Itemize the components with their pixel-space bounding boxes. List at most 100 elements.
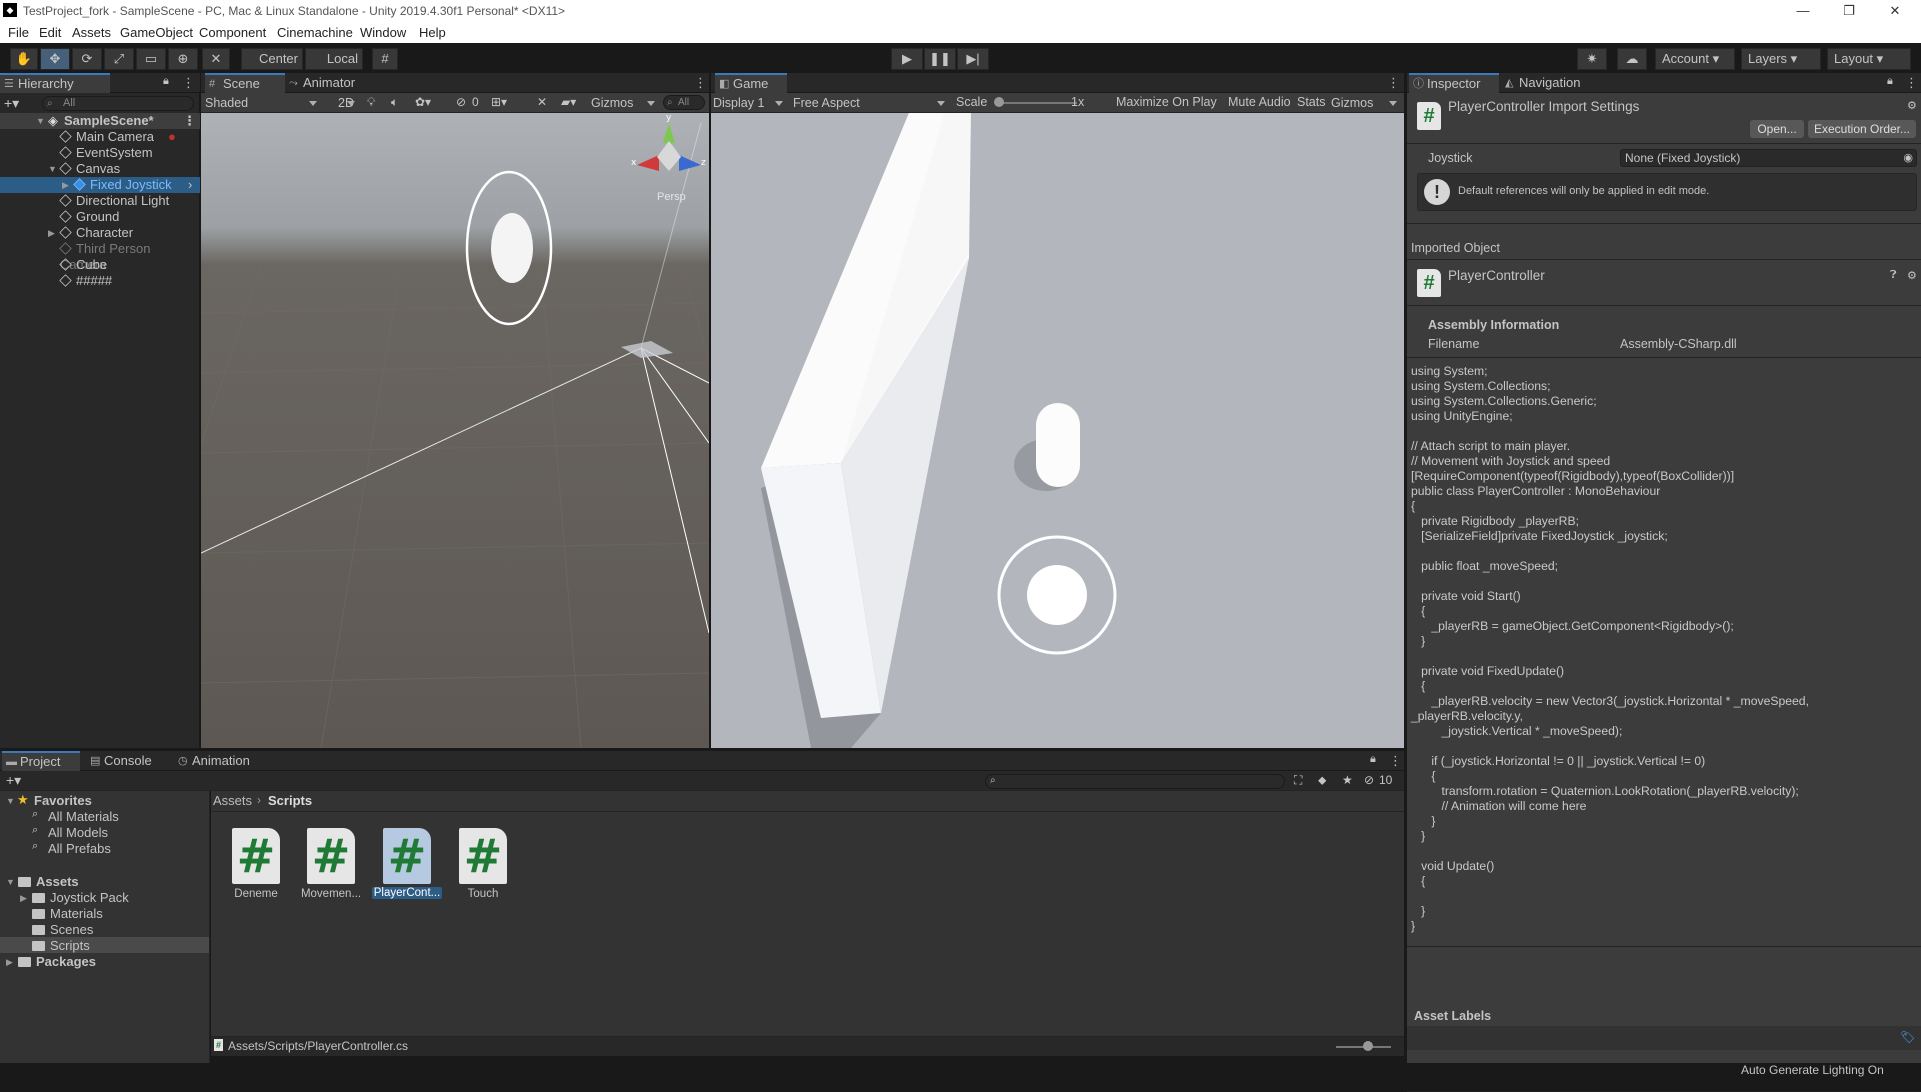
display-dropdown[interactable]: Display 1: [713, 94, 787, 112]
expand-arrow-icon[interactable]: ▼: [6, 877, 15, 887]
chevron-right-icon[interactable]: ›: [188, 177, 192, 193]
expand-arrow-icon[interactable]: ▼: [6, 796, 15, 806]
collapse-arrow-icon[interactable]: ▶: [20, 893, 27, 904]
collapse-arrow-icon[interactable]: ▶: [62, 177, 69, 193]
menu-file[interactable]: File: [8, 25, 29, 40]
more-icon[interactable]: ⋮: [1387, 75, 1400, 91]
assets-folder-label[interactable]: Assets: [36, 874, 79, 889]
stats-toggle[interactable]: Stats: [1297, 95, 1326, 109]
close-icon[interactable]: ✕: [1872, 0, 1918, 22]
maximize-on-play-toggle[interactable]: Maximize On Play: [1116, 95, 1217, 109]
hierarchy-item[interactable]: Cube: [0, 257, 200, 273]
menu-edit[interactable]: Edit: [39, 25, 61, 40]
scene-search-input[interactable]: ⌕ All: [663, 95, 705, 110]
collapse-arrow-icon[interactable]: ▶: [48, 225, 55, 241]
tab-inspector[interactable]: ⓘ Inspector: [1409, 73, 1499, 93]
tab-animation[interactable]: ◷ Animation: [174, 751, 274, 771]
aspect-dropdown[interactable]: Free Aspect: [793, 94, 949, 112]
asset-label-deneme[interactable]: Deneme: [221, 888, 291, 900]
grid-snap-icon[interactable]: #: [372, 48, 398, 70]
execution-order-button[interactable]: Execution Order...: [1808, 120, 1916, 138]
script-asset-icon[interactable]: #: [307, 828, 355, 884]
account-dropdown[interactable]: Account ▾: [1655, 48, 1735, 70]
tab-console[interactable]: ▤ Console: [86, 751, 166, 771]
effects-icon[interactable]: ✿▾: [415, 95, 431, 109]
rotate-tool-icon[interactable]: ⟳: [72, 48, 102, 70]
hand-tool-icon[interactable]: ✋: [10, 48, 38, 70]
step-button[interactable]: ▶|: [957, 48, 989, 70]
scene-root[interactable]: ▼ ◈ SampleScene* ⋮: [0, 113, 200, 129]
lock-icon[interactable]: 🔒︎: [1887, 75, 1893, 88]
hidden-objects-icon[interactable]: ⊘: [456, 95, 466, 109]
lighting-icon[interactable]: 💡︎: [367, 95, 375, 110]
breadcrumb-assets[interactable]: Assets: [213, 793, 252, 808]
menu-gameobject[interactable]: GameObject: [120, 25, 193, 40]
lighting-status[interactable]: Auto Generate Lighting On: [1741, 1063, 1884, 1077]
folder-joystick-pack[interactable]: Joystick Pack: [50, 890, 129, 905]
help-icon[interactable]: ❓︎: [1890, 269, 1897, 282]
restore-icon[interactable]: ❐: [1826, 0, 1872, 22]
hierarchy-item[interactable]: #####: [0, 273, 200, 289]
search-by-label-icon[interactable]: ⬥: [1318, 773, 1326, 788]
create-icon[interactable]: +▾: [4, 95, 19, 112]
game-viewport[interactable]: [711, 113, 1404, 748]
collab-icon[interactable]: ✷: [1577, 48, 1607, 70]
scene-more-icon[interactable]: ⋮: [183, 113, 196, 129]
settings-icon[interactable]: ⚙: [1907, 99, 1917, 112]
tab-animator[interactable]: ⤳ Animator: [285, 73, 385, 93]
toggle-2d-button[interactable]: 2D: [333, 94, 359, 112]
tab-project[interactable]: ▬ Project: [2, 751, 80, 771]
label-tag-icon[interactable]: 🏷︎: [1900, 1030, 1915, 1044]
folder-scenes[interactable]: Scenes: [50, 922, 93, 937]
create-icon[interactable]: +▾: [6, 772, 21, 789]
joystick-object-field[interactable]: None (Fixed Joystick) ◉: [1620, 149, 1917, 167]
grid-toggle-icon[interactable]: ⊞▾: [491, 95, 507, 109]
scene-viewport[interactable]: y x z Persp: [201, 113, 709, 748]
asset-label-movement[interactable]: Movemen...: [296, 888, 366, 900]
tab-hierarchy[interactable]: ☰ Hierarchy: [0, 73, 110, 93]
asset-label-playercontroller[interactable]: PlayerCont...: [372, 887, 442, 899]
pivot-toggle[interactable]: Center: [241, 48, 303, 70]
hierarchy-item[interactable]: EventSystem: [0, 145, 200, 161]
more-icon[interactable]: ⋮: [694, 75, 707, 91]
scene-gizmo-icon[interactable]: y x z: [629, 113, 709, 193]
gizmos-dropdown[interactable]: Gizmos: [591, 94, 659, 112]
menu-assets[interactable]: Assets: [72, 25, 111, 40]
script-asset-icon[interactable]: #: [232, 828, 280, 884]
transform-tool-icon[interactable]: ⊕: [168, 48, 198, 70]
folder-materials[interactable]: Materials: [50, 906, 103, 921]
hidden-packages-icon[interactable]: ⊘: [1364, 773, 1374, 787]
space-toggle[interactable]: Local: [305, 48, 363, 70]
mute-audio-toggle[interactable]: Mute Audio: [1228, 95, 1291, 109]
project-search-input[interactable]: ⌕: [985, 774, 1285, 789]
more-icon[interactable]: ⋮: [1905, 75, 1918, 91]
hierarchy-item[interactable]: Main Camera ●: [0, 129, 200, 145]
more-icon[interactable]: ⋮: [1389, 753, 1402, 769]
script-asset-icon-selected[interactable]: #: [383, 828, 431, 884]
tools-icon[interactable]: ✕: [537, 95, 547, 109]
rect-tool-icon[interactable]: ▭: [136, 48, 166, 70]
settings-icon[interactable]: ⚙: [1907, 269, 1917, 282]
menu-window[interactable]: Window: [360, 25, 406, 40]
packages-folder-label[interactable]: Packages: [36, 954, 96, 969]
hierarchy-item-selected[interactable]: ▶ Fixed Joystick ›: [0, 177, 200, 193]
custom-tool-icon[interactable]: ✕: [202, 48, 230, 70]
menu-component[interactable]: Component: [199, 25, 266, 40]
hierarchy-search-input[interactable]: ⌕ All: [42, 96, 194, 111]
tab-navigation[interactable]: ◭ Navigation: [1501, 73, 1601, 93]
open-button[interactable]: Open...: [1750, 120, 1804, 138]
minimize-icon[interactable]: —: [1780, 0, 1826, 22]
search-by-type-icon[interactable]: ⛶: [1294, 773, 1302, 788]
hierarchy-item-disabled[interactable]: Third Person Camera: [0, 241, 200, 272]
move-tool-icon[interactable]: ✥: [40, 48, 70, 70]
hierarchy-item[interactable]: ▼ Canvas: [0, 161, 200, 177]
expand-arrow-icon[interactable]: ▼: [36, 113, 45, 129]
expand-arrow-icon[interactable]: ▼: [48, 161, 57, 177]
menu-help[interactable]: Help: [419, 25, 446, 40]
folder-scripts[interactable]: Scripts: [50, 938, 90, 953]
fav-all-models[interactable]: All Models: [48, 825, 108, 840]
fav-all-materials[interactable]: All Materials: [48, 809, 119, 824]
favorite-star-icon[interactable]: ★: [1342, 773, 1353, 787]
fav-all-prefabs[interactable]: All Prefabs: [48, 841, 111, 856]
scale-slider[interactable]: [997, 102, 1077, 104]
